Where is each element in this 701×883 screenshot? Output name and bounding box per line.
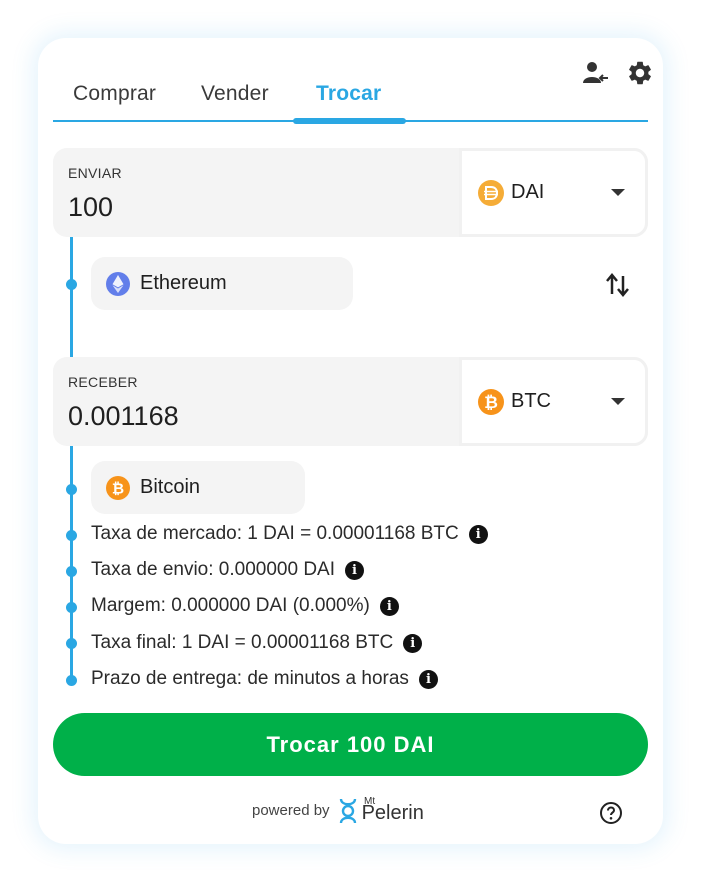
info-final-rate: Taxa final: 1 DAI = 0.00001168 BTC i bbox=[91, 632, 423, 654]
timeline-dot bbox=[66, 602, 77, 613]
chevron-down-icon bbox=[611, 398, 625, 405]
svg-text:₿: ₿ bbox=[112, 479, 124, 497]
help-icon[interactable] bbox=[599, 801, 623, 825]
send-currency-label: DAI bbox=[511, 181, 545, 203]
timeline-dot bbox=[66, 279, 77, 290]
receive-field: RECEBER 0.001168 ₿ BTC bbox=[53, 357, 648, 446]
send-network-label: Ethereum bbox=[140, 272, 227, 294]
send-label: ENVIAR bbox=[68, 165, 122, 181]
info-text: Margem: 0.000000 DAI (0.000%) bbox=[91, 595, 370, 616]
info-text: Taxa de mercado: 1 DAI = 0.00001168 BTC bbox=[91, 523, 459, 544]
timeline-line bbox=[70, 237, 73, 357]
mt-pelerin-logo-icon[interactable] bbox=[338, 797, 358, 825]
dai-icon bbox=[478, 179, 504, 206]
timeline-dot bbox=[66, 566, 77, 577]
tab-vender[interactable]: Vender bbox=[201, 82, 269, 106]
powered-by-text: powered by bbox=[252, 802, 330, 819]
info-margin: Margem: 0.000000 DAI (0.000%) i bbox=[91, 595, 399, 617]
swap-arrows-icon[interactable] bbox=[604, 270, 632, 300]
info-delivery-time: Prazo de entrega: de minutos a horas i bbox=[91, 668, 438, 690]
info-text: Prazo de entrega: de minutos a horas bbox=[91, 668, 409, 689]
receive-currency-select[interactable]: ₿ BTC bbox=[459, 357, 648, 446]
info-icon[interactable]: i bbox=[379, 596, 399, 616]
info-icon[interactable]: i bbox=[345, 560, 365, 580]
receive-network-label: Bitcoin bbox=[140, 476, 201, 498]
info-text: Taxa final: 1 DAI = 0.00001168 BTC bbox=[91, 632, 394, 653]
swap-submit-button[interactable]: Trocar 100 DAI bbox=[53, 713, 648, 776]
send-network-pill[interactable]: Ethereum bbox=[91, 257, 353, 310]
powered-by: powered by Mt Pelerin bbox=[252, 796, 424, 825]
info-market-rate: Taxa de mercado: 1 DAI = 0.00001168 BTC … bbox=[91, 523, 488, 545]
tab-bar: Comprar Vender Trocar bbox=[53, 82, 648, 124]
active-tab-indicator bbox=[293, 118, 406, 124]
bitcoin-icon: ₿ bbox=[478, 388, 504, 415]
send-amount-input[interactable]: 100 bbox=[68, 192, 113, 223]
info-icon[interactable]: i bbox=[403, 633, 423, 653]
bitcoin-icon: ₿ bbox=[106, 475, 130, 500]
send-currency-select[interactable]: DAI bbox=[459, 148, 648, 237]
info-icon[interactable]: i bbox=[468, 524, 488, 544]
chevron-down-icon bbox=[611, 189, 625, 196]
tab-comprar[interactable]: Comprar bbox=[73, 82, 156, 106]
brand-mt-text: Mt bbox=[364, 796, 376, 807]
receive-amount: 0.001168 bbox=[68, 401, 179, 431]
info-send-fee: Taxa de envio: 0.000000 DAI i bbox=[91, 559, 365, 581]
tab-trocar[interactable]: Trocar bbox=[316, 82, 381, 106]
timeline-dot bbox=[66, 675, 77, 686]
timeline-dot bbox=[66, 484, 77, 495]
receive-label: RECEBER bbox=[68, 374, 138, 390]
receive-currency-label: BTC bbox=[511, 390, 551, 412]
ethereum-icon bbox=[106, 271, 130, 296]
widget-card: Comprar Vender Trocar ENVIAR 100 DAI Eth… bbox=[38, 38, 663, 844]
receive-network-pill[interactable]: ₿ Bitcoin bbox=[91, 461, 305, 514]
svg-text:₿: ₿ bbox=[484, 393, 498, 413]
timeline-dot bbox=[66, 530, 77, 541]
info-icon[interactable]: i bbox=[418, 669, 438, 689]
timeline-dot bbox=[66, 638, 77, 649]
info-text: Taxa de envio: 0.000000 DAI bbox=[91, 559, 336, 580]
send-field: ENVIAR 100 DAI bbox=[53, 148, 648, 237]
